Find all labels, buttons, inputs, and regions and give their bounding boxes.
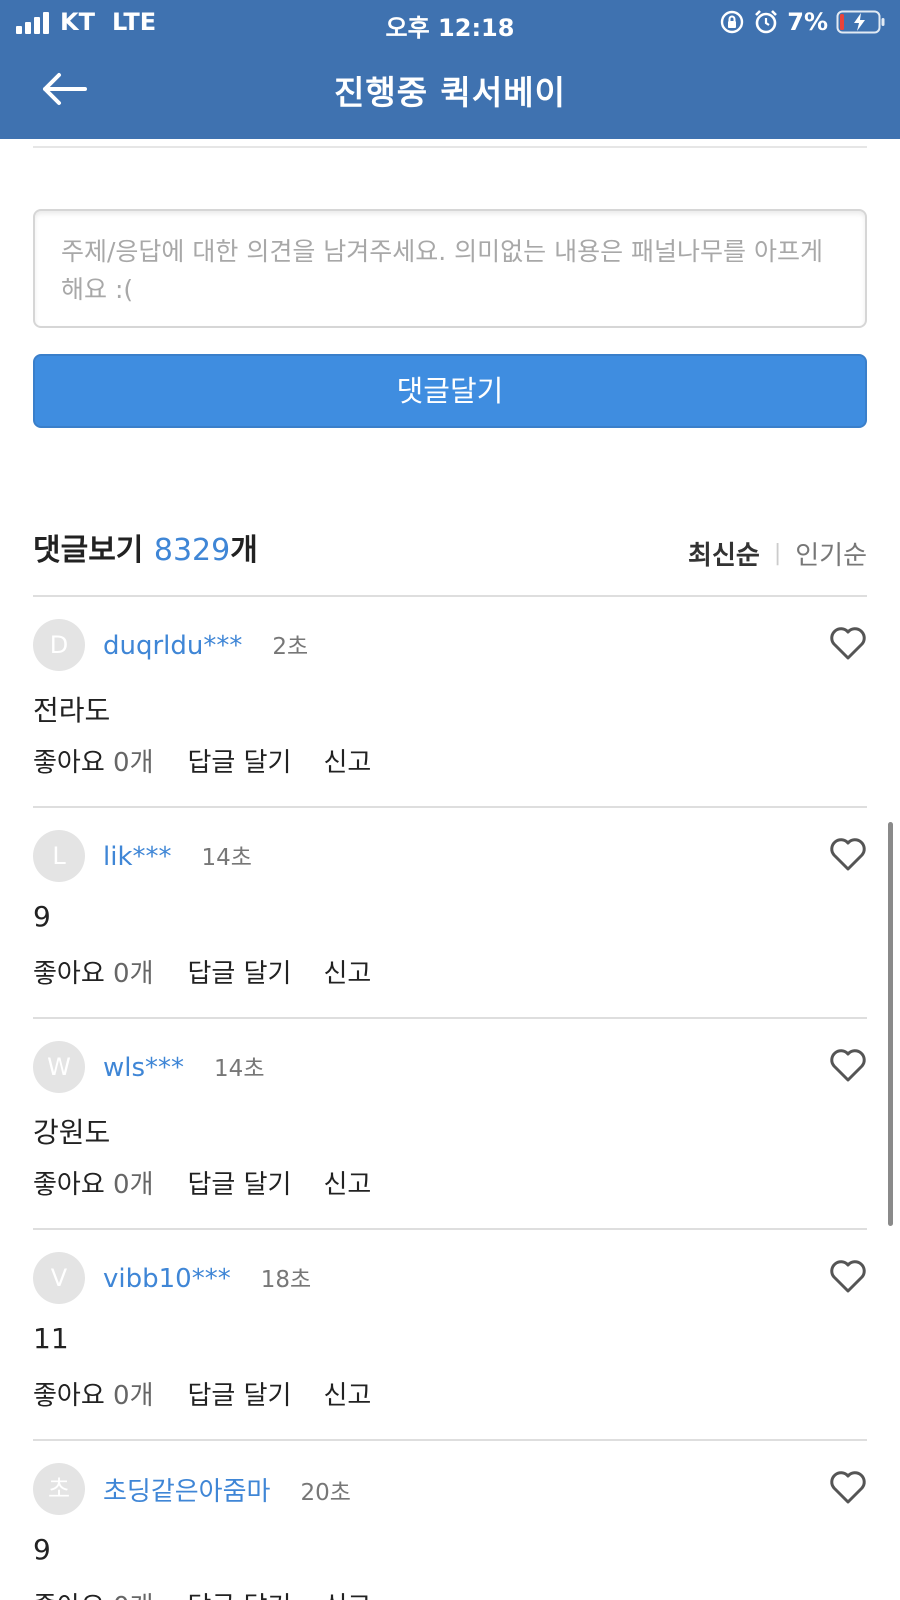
comment-time: 20초 bbox=[300, 1480, 351, 1506]
reply-button[interactable]: 답글 달기 bbox=[188, 953, 292, 990]
comment-time: 18초 bbox=[260, 1267, 312, 1293]
sort-latest-tab[interactable]: 최신순 bbox=[688, 535, 760, 572]
heart-icon[interactable] bbox=[829, 836, 867, 872]
like-button[interactable]: 좋아요 0개 bbox=[33, 1586, 154, 1600]
like-button[interactable]: 좋아요 0개 bbox=[33, 953, 154, 990]
sort-separator: | bbox=[773, 541, 782, 566]
like-button[interactable]: 좋아요 0개 bbox=[33, 1375, 154, 1412]
report-button[interactable]: 신고 bbox=[323, 953, 371, 990]
comment-actions: 좋아요 0개 답글 달기 신고 bbox=[33, 1586, 371, 1600]
username[interactable]: lik*** bbox=[103, 842, 172, 872]
scrollbar[interactable] bbox=[888, 822, 893, 1226]
username[interactable]: vibb10*** bbox=[103, 1264, 231, 1294]
like-button[interactable]: 좋아요 0개 bbox=[33, 1164, 154, 1201]
like-button[interactable]: 좋아요 0개 bbox=[33, 742, 154, 779]
comments-count-suffix: 개 bbox=[230, 533, 258, 568]
reply-button[interactable]: 답글 달기 bbox=[188, 1164, 292, 1201]
like-count: 0개 bbox=[113, 748, 154, 778]
reply-button[interactable]: 답글 달기 bbox=[188, 742, 292, 779]
comment-input[interactable]: 주제/응답에 대한 의견을 남겨주세요. 의미없는 내용은 패널나무를 아프게해… bbox=[33, 209, 867, 328]
heart-icon[interactable] bbox=[829, 1258, 867, 1294]
comments-header: 댓글보기 8329개 bbox=[33, 525, 258, 569]
comment-user[interactable]: lik*** 14초 bbox=[103, 838, 252, 872]
username[interactable]: 초딩같은아줌마 bbox=[103, 1477, 270, 1507]
like-label: 좋아요 bbox=[33, 748, 105, 778]
comment-item: V vibb10*** 18초 11 좋아요 0개 답글 달기 신고 bbox=[33, 1230, 867, 1441]
comment-text: 11 bbox=[33, 1322, 69, 1355]
comment-user[interactable]: 초딩같은아줌마 20초 bbox=[103, 1471, 351, 1508]
app-header: KT LTE 오후 12:18 7% 진행중 퀵서베이 bbox=[0, 0, 900, 139]
comments-header-label: 댓글보기 bbox=[33, 533, 144, 568]
comment-item: 초 초딩같은아줌마 20초 9 좋아요 0개 답글 달기 신고 bbox=[33, 1441, 867, 1600]
like-label: 좋아요 bbox=[33, 1170, 105, 1200]
like-count: 0개 bbox=[113, 1170, 154, 1200]
comment-item: W wls*** 14초 강원도 좋아요 0개 답글 달기 신고 bbox=[33, 1019, 867, 1230]
comment-user[interactable]: duqrldu*** 2초 bbox=[103, 627, 308, 661]
report-button[interactable]: 신고 bbox=[323, 742, 371, 779]
comment-text: 강원도 bbox=[33, 1116, 111, 1149]
comment-actions: 좋아요 0개 답글 달기 신고 bbox=[33, 953, 371, 990]
avatar: L bbox=[33, 830, 85, 882]
username[interactable]: duqrldu*** bbox=[103, 631, 242, 661]
battery-charging-icon bbox=[836, 10, 885, 34]
battery-percent: 7% bbox=[787, 8, 828, 36]
avatar: 초 bbox=[33, 1463, 85, 1515]
report-button[interactable]: 신고 bbox=[323, 1375, 371, 1412]
comment-time: 2초 bbox=[272, 634, 309, 660]
reply-button[interactable]: 답글 달기 bbox=[188, 1586, 292, 1600]
comment-text: 전라도 bbox=[33, 694, 111, 727]
heart-icon[interactable] bbox=[829, 1047, 867, 1083]
sort-tabs: 최신순 | 인기순 bbox=[688, 535, 867, 572]
comment-user[interactable]: vibb10*** 18초 bbox=[103, 1260, 311, 1294]
comment-user[interactable]: wls*** 14초 bbox=[103, 1049, 264, 1083]
status-right: 7% bbox=[719, 8, 886, 36]
comment-item: L lik*** 14초 9 좋아요 0개 답글 달기 신고 bbox=[33, 808, 867, 1019]
sort-popular-tab[interactable]: 인기순 bbox=[795, 535, 867, 572]
username[interactable]: wls*** bbox=[103, 1053, 184, 1083]
avatar: V bbox=[33, 1252, 85, 1304]
like-label: 좋아요 bbox=[33, 1592, 105, 1600]
report-button[interactable]: 신고 bbox=[323, 1586, 371, 1600]
comments-count: 8329 bbox=[153, 533, 231, 568]
divider bbox=[33, 146, 867, 148]
submit-comment-button[interactable]: 댓글달기 bbox=[33, 354, 867, 428]
status-bar: KT LTE 오후 12:18 7% bbox=[0, 0, 900, 44]
avatar: W bbox=[33, 1041, 85, 1093]
like-count: 0개 bbox=[113, 959, 154, 989]
heart-icon[interactable] bbox=[829, 625, 867, 661]
report-button[interactable]: 신고 bbox=[323, 1164, 371, 1201]
heart-icon[interactable] bbox=[829, 1469, 867, 1505]
comment-text: 9 bbox=[33, 1533, 51, 1566]
comment-text: 9 bbox=[33, 900, 51, 933]
alarm-icon bbox=[755, 10, 778, 34]
comment-actions: 좋아요 0개 답글 달기 신고 bbox=[33, 1164, 371, 1201]
like-label: 좋아요 bbox=[33, 1381, 105, 1411]
avatar: D bbox=[33, 619, 85, 671]
comment-actions: 좋아요 0개 답글 달기 신고 bbox=[33, 1375, 371, 1412]
comment-item: D duqrldu*** 2초 전라도 좋아요 0개 답글 달기 신고 bbox=[33, 597, 867, 808]
comment-actions: 좋아요 0개 답글 달기 신고 bbox=[33, 742, 371, 779]
orientation-lock-icon bbox=[721, 10, 744, 34]
like-count: 0개 bbox=[113, 1381, 154, 1411]
like-count: 0개 bbox=[113, 1592, 153, 1600]
reply-button[interactable]: 답글 달기 bbox=[188, 1375, 292, 1412]
page-title: 진행중 퀵서베이 bbox=[333, 73, 566, 112]
like-label: 좋아요 bbox=[33, 959, 105, 989]
comment-time: 14초 bbox=[201, 845, 252, 871]
comment-time: 14초 bbox=[214, 1056, 265, 1082]
nav-bar: 진행중 퀵서베이 bbox=[0, 44, 900, 139]
